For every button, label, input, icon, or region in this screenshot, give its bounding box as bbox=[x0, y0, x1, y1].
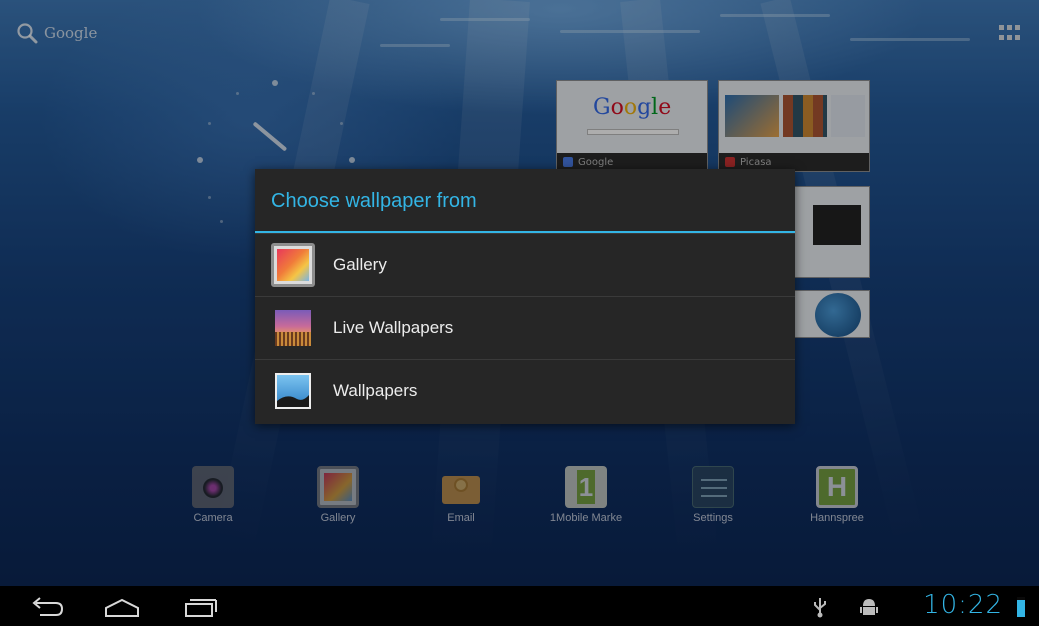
home-icon[interactable] bbox=[102, 594, 142, 620]
live-wallpapers-icon bbox=[271, 306, 315, 350]
back-icon[interactable] bbox=[26, 594, 66, 620]
wallpaper-option-live-wallpapers[interactable]: Live Wallpapers bbox=[255, 296, 795, 359]
dialog-title: Choose wallpaper from bbox=[255, 169, 795, 233]
option-label: Gallery bbox=[333, 255, 387, 274]
recent-apps-icon[interactable] bbox=[180, 594, 220, 620]
wallpaper-option-gallery[interactable]: Gallery bbox=[255, 233, 795, 296]
usb-icon bbox=[814, 598, 826, 618]
home-screen: Google Google Google Picasa Camera Galle… bbox=[0, 0, 1039, 626]
wallpaper-option-wallpapers[interactable]: Wallpapers bbox=[255, 359, 795, 422]
option-label: Live Wallpapers bbox=[333, 318, 454, 337]
wallpapers-icon bbox=[271, 369, 315, 413]
gallery-icon bbox=[271, 243, 315, 287]
status-clock[interactable]: 10:22 bbox=[923, 590, 1003, 620]
system-bar: 10:22 bbox=[0, 586, 1039, 626]
option-label: Wallpapers bbox=[333, 381, 418, 400]
choose-wallpaper-dialog: Choose wallpaper from Gallery Live Wallp… bbox=[255, 169, 795, 424]
android-debug-icon bbox=[860, 599, 878, 615]
battery-icon bbox=[1017, 597, 1025, 617]
